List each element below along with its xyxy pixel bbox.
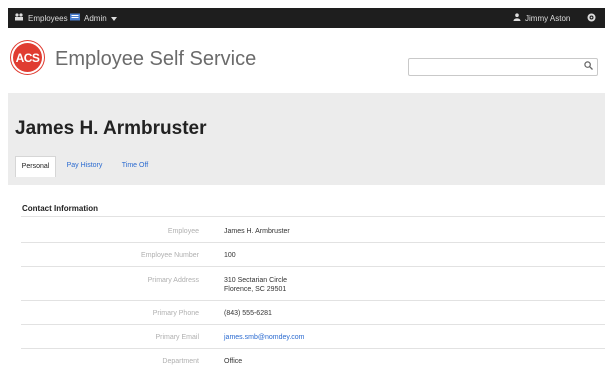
- row-employee: Employee James H. Armbruster: [21, 216, 605, 243]
- employee-name: James H. Armbruster: [15, 118, 207, 139]
- user-icon: [513, 13, 521, 23]
- app-title: Employee Self Service: [55, 48, 257, 70]
- field-value: Office: [224, 358, 243, 365]
- field-label: Employee Number: [141, 252, 199, 259]
- tab-personal[interactable]: Personal: [15, 156, 56, 177]
- field-label: Primary Email: [155, 334, 199, 341]
- search-icon[interactable]: [584, 61, 593, 73]
- field-value: 100: [224, 252, 236, 259]
- field-value: James H. Armbruster: [224, 228, 290, 235]
- tab-time-off[interactable]: Time Off: [115, 156, 155, 176]
- row-primary-address: Primary Address 310 Sectarian Circle Flo…: [21, 266, 605, 301]
- row-department: Department Office: [21, 348, 605, 369]
- settings-button[interactable]: [587, 8, 596, 28]
- gear-icon: [587, 13, 596, 24]
- nav-employees-label: Employees: [28, 13, 68, 23]
- row-primary-email: Primary Email james.smb@nomdey.com: [21, 324, 605, 349]
- tab-pay-history[interactable]: Pay History: [60, 156, 109, 176]
- field-value: (843) 555-6281: [224, 310, 272, 317]
- contact-information-heading: Contact Information: [22, 204, 98, 213]
- admin-icon: [70, 13, 80, 23]
- field-label: Department: [162, 358, 199, 365]
- field-label: Primary Address: [147, 277, 199, 284]
- top-navbar: Employees Admin Jimmy Aston: [8, 8, 605, 28]
- caret-down-icon: [110, 14, 117, 23]
- field-value-line1: 310 Sectarian Circle: [224, 277, 288, 284]
- user-menu[interactable]: Jimmy Aston: [513, 8, 570, 28]
- field-value-line2: Florence, SC 29501: [224, 286, 287, 293]
- search-input[interactable]: [408, 58, 598, 76]
- email-link[interactable]: james.smb@nomdey.com: [224, 334, 305, 341]
- field-label: Primary Phone: [152, 310, 199, 317]
- user-name: Jimmy Aston: [525, 13, 571, 23]
- employees-icon: [14, 13, 24, 23]
- app-window: Employees Admin Jimmy Aston ACS Employee…: [8, 8, 605, 369]
- nav-employees[interactable]: Employees: [14, 8, 68, 28]
- row-primary-phone: Primary Phone (843) 555-6281: [21, 300, 605, 325]
- row-employee-number: Employee Number 100: [21, 242, 605, 267]
- nav-admin[interactable]: Admin: [70, 8, 117, 28]
- nav-admin-label: Admin: [84, 13, 107, 23]
- acs-logo: ACS: [11, 41, 44, 74]
- field-label: Employee: [167, 228, 199, 235]
